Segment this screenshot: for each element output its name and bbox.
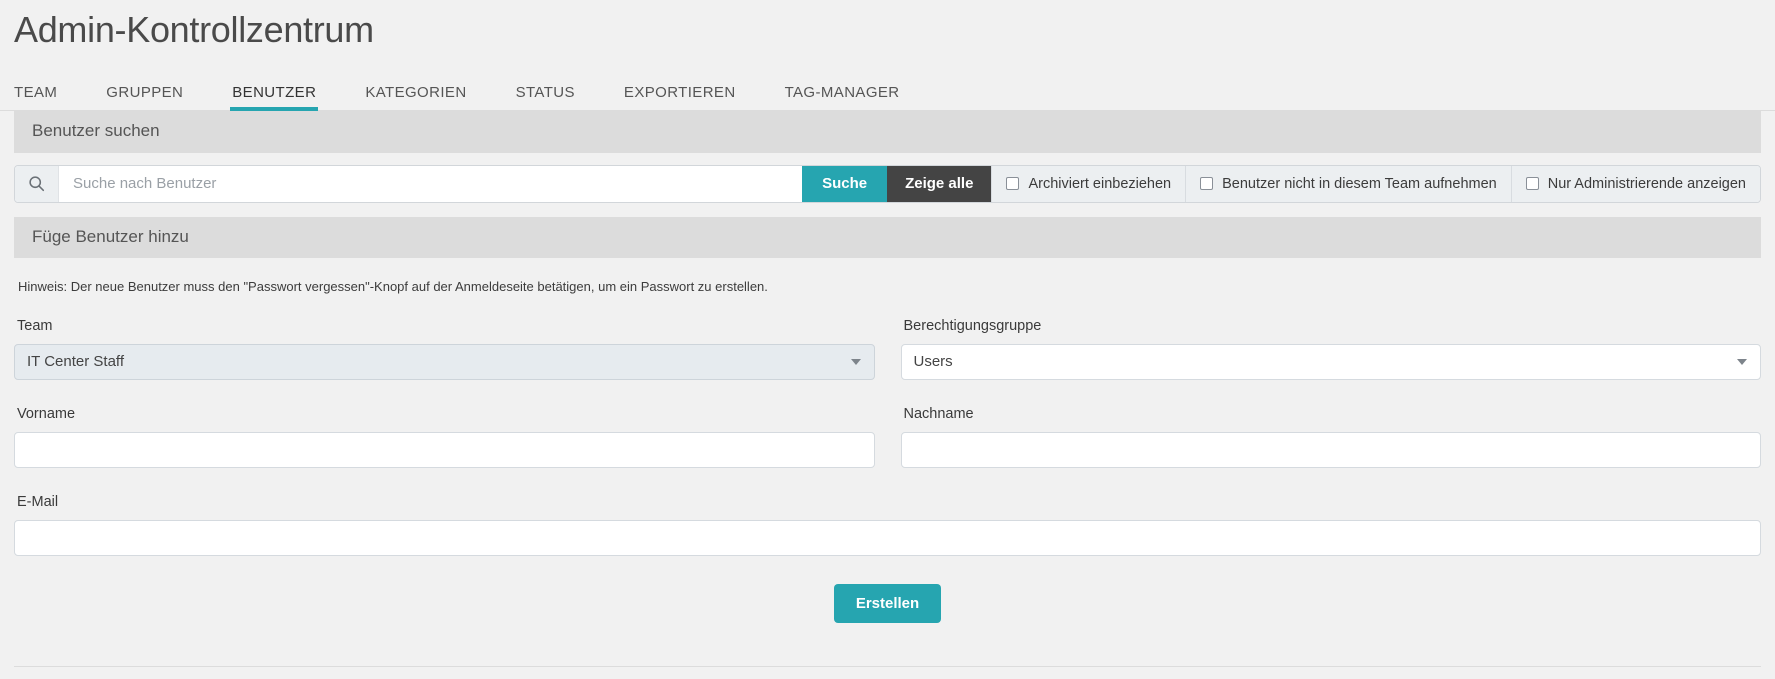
show-all-button[interactable]: Zeige alle [887,165,992,202]
add-user-panel-heading: Füge Benutzer hinzu [14,216,1761,258]
search-panel: Benutzer suchen [14,111,1761,153]
first-name-field-group: Vorname [14,406,875,468]
create-button-row: Erstellen [0,583,1775,623]
checkbox-square-icon[interactable] [1525,177,1539,191]
tab-tag-manager[interactable]: TAG-MANAGER [785,84,900,110]
search-input[interactable] [59,165,803,202]
last-name-input[interactable] [900,431,1761,468]
chevron-down-icon [1737,358,1747,365]
password-hint-text: Hinweis: Der neue Benutzer muss den "Pas… [18,278,768,294]
permission-group-selected-value: Users [913,353,953,371]
checkbox-label: Nur Administrierende anzeigen [1547,175,1746,192]
page-title: Admin-Kontrollzentrum [14,9,374,50]
tab-benutzer[interactable]: BENUTZER [230,84,319,112]
team-field-group: Team IT Center Staff [14,318,875,380]
chevron-down-icon [850,358,861,365]
checkbox-only-admins[interactable]: Nur Administrierende anzeigen [1510,165,1760,202]
team-select[interactable]: IT Center Staff [14,343,875,380]
form-row-spacer [14,380,875,406]
tab-bar: TEAM GRUPPEN BENUTZER KATEGORIEN STATUS … [0,77,1775,112]
email-input[interactable] [14,519,1761,556]
form-row-spacer [901,380,1762,406]
last-name-field-group: Nachname [900,405,1761,468]
email-label: E-Mail [17,493,59,510]
checkbox-square-icon[interactable] [1006,177,1020,191]
first-name-label: Vorname [17,405,76,422]
search-icon [15,165,59,202]
tab-kategorien[interactable]: KATEGORIEN [365,84,466,110]
add-user-panel: Füge Benutzer hinzu [14,216,1761,258]
first-name-input[interactable] [14,431,875,468]
tab-team[interactable]: TEAM [14,84,57,110]
add-user-form: Team IT Center Staff Berechtigungsgruppe… [0,318,1775,468]
create-button[interactable]: Erstellen [833,583,942,623]
checkbox-label: Archiviert einbeziehen [1028,175,1172,192]
admin-control-center-page: Admin-Kontrollzentrum TEAM GRUPPEN BENUT… [0,0,1775,679]
checkbox-square-icon[interactable] [1200,177,1214,191]
bottom-divider [14,666,1761,667]
tab-exportieren[interactable]: EXPORTIEREN [624,84,736,110]
team-label: Team [17,317,53,334]
permission-group-select[interactable]: Users [900,343,1761,380]
checkbox-include-archived[interactable]: Archiviert einbeziehen [991,165,1186,202]
last-name-label: Nachname [903,405,974,422]
search-panel-heading: Benutzer suchen [14,111,1761,153]
search-bar: Suche Zeige alle Archiviert einbeziehen … [14,164,1761,203]
tab-gruppen[interactable]: GRUPPEN [106,84,183,110]
email-field-group: E-Mail [0,494,1775,556]
permission-group-label: Berechtigungsgruppe [903,317,1042,334]
team-selected-value: IT Center Staff [27,353,124,371]
checkbox-users-not-in-team[interactable]: Benutzer nicht in diesem Team aufnehmen [1185,165,1511,202]
tab-status[interactable]: STATUS [516,84,575,110]
permission-group-field-group: Berechtigungsgruppe Users [900,317,1761,380]
search-button[interactable]: Suche [802,165,888,202]
checkbox-label: Benutzer nicht in diesem Team aufnehmen [1222,175,1497,192]
